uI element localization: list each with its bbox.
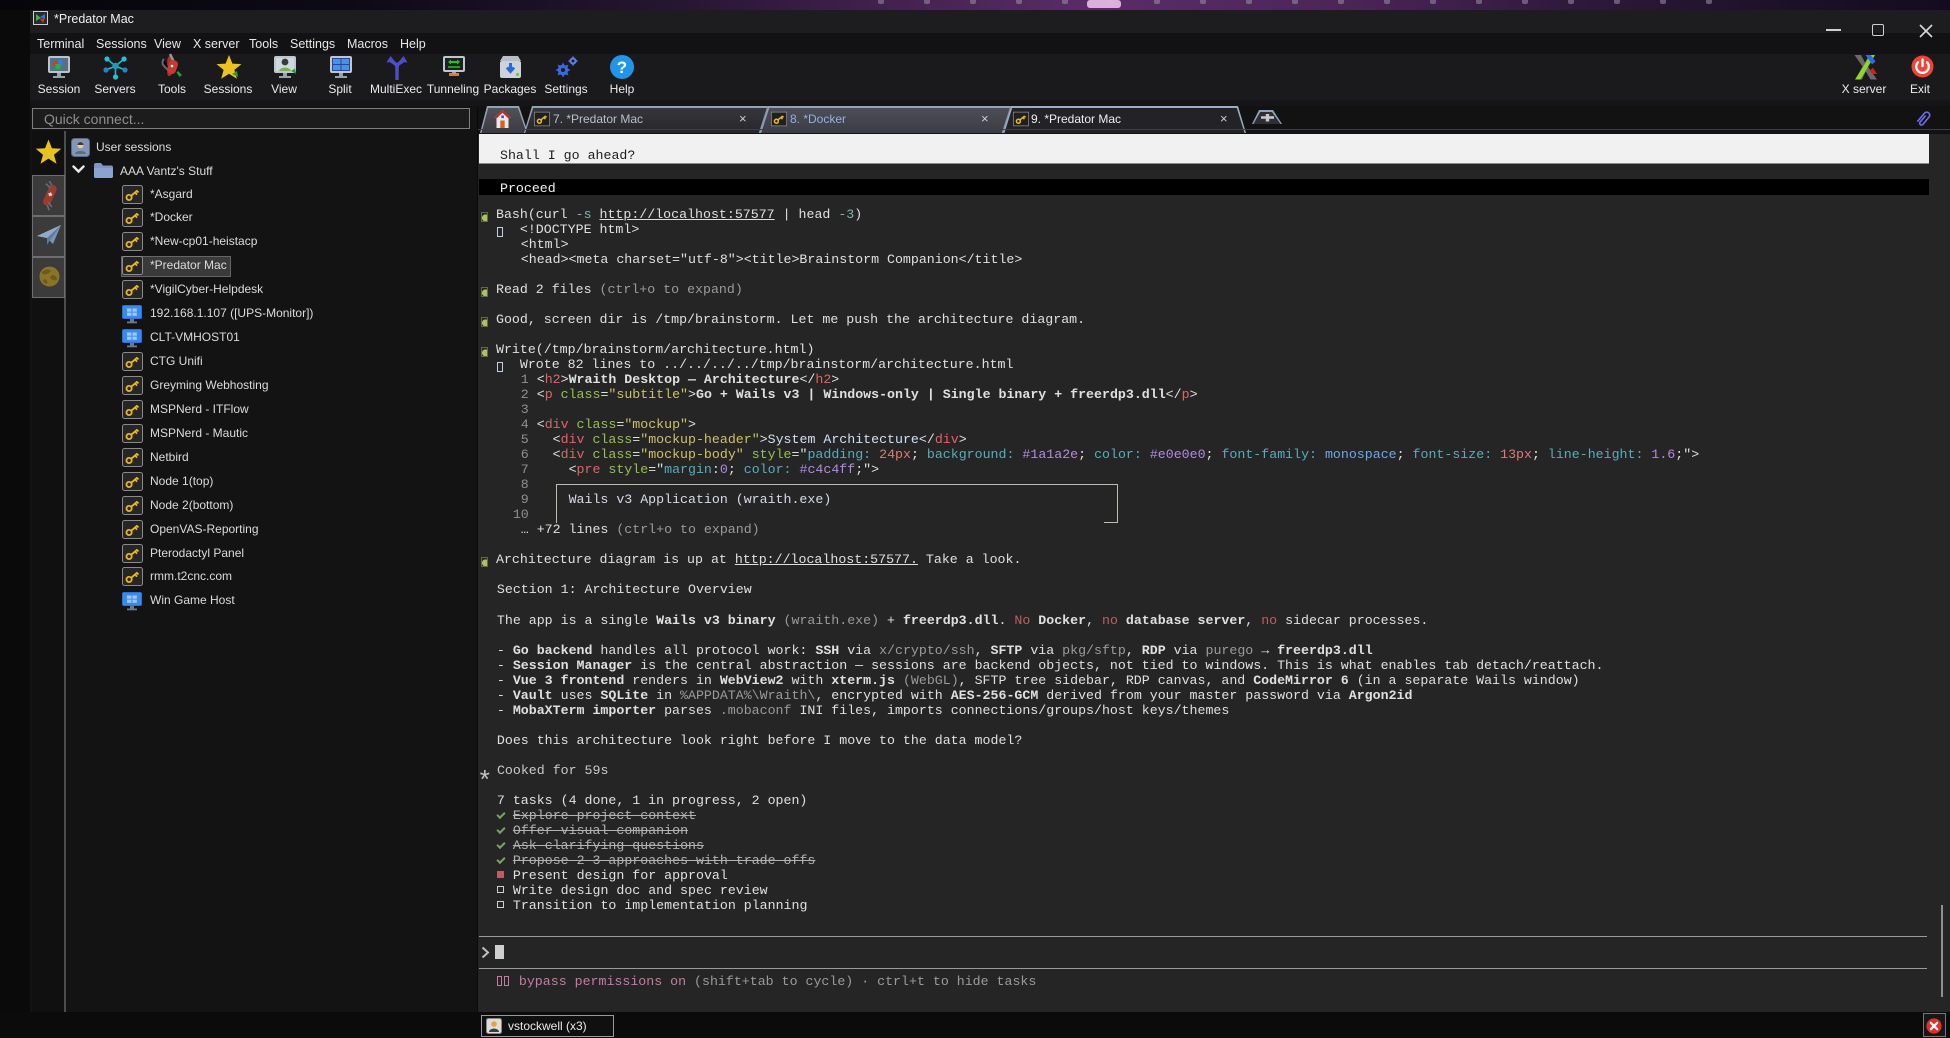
svg-text:?: ? (617, 58, 627, 77)
